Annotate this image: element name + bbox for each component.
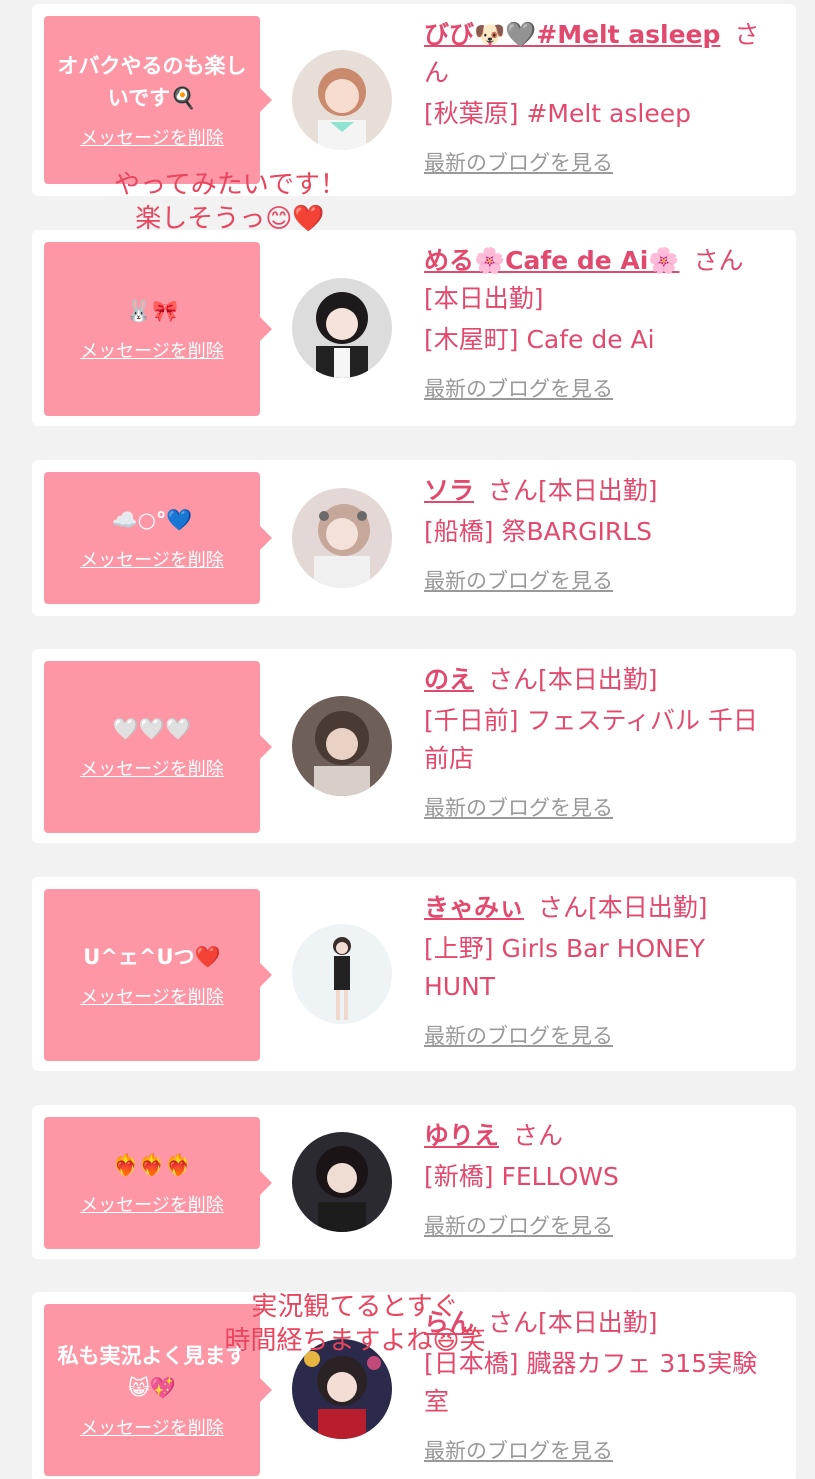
message-bubble: ❤️‍🔥❤️‍🔥❤️‍🔥 メッセージを削除 bbox=[44, 1117, 272, 1249]
cast-info: のえ さん[本日出勤] [千日前] フェスティバル 千日前店 最新のブログを見る bbox=[424, 661, 778, 822]
honorific: さん[本日出勤] bbox=[488, 476, 658, 505]
cast-name-link[interactable]: ゆりえ bbox=[424, 1121, 499, 1150]
delete-message-link[interactable]: メッセージを削除 bbox=[80, 546, 224, 572]
message-text: 🤍🤍🤍 bbox=[112, 717, 192, 741]
name-line: ソラ さん[本日出勤] bbox=[424, 472, 778, 510]
delete-message-link[interactable]: メッセージを削除 bbox=[80, 124, 224, 150]
cast-name-link[interactable]: ソラ bbox=[424, 476, 474, 505]
latest-blog-link[interactable]: 最新のブログを見る bbox=[424, 565, 613, 595]
message-card: 🐰🎀 メッセージを削除 める🌸Cafe de Ai🌸 さん[本日出勤] [木屋町]… bbox=[32, 230, 796, 426]
shop-label: [千日前] フェスティバル 千日前店 bbox=[424, 706, 758, 773]
message-bubble: 🐰🎀 メッセージを削除 bbox=[44, 242, 272, 416]
shop-label: [船橋] 祭BARGIRLS bbox=[424, 517, 652, 546]
message-bubble: オバクやるのも楽しいです🍳 メッセージを削除 bbox=[44, 16, 272, 184]
cast-name-link[interactable]: びび🐶🩶#Melt asleep bbox=[424, 20, 720, 49]
honorific: さん bbox=[513, 1121, 564, 1150]
name-line: きゃみぃ さん[本日出勤] bbox=[424, 889, 778, 927]
delete-message-link[interactable]: メッセージを削除 bbox=[80, 755, 224, 781]
cast-name-link[interactable]: きゃみぃ bbox=[424, 893, 524, 922]
shop-label: [秋葉原] #Melt asleep bbox=[424, 99, 691, 128]
name-line: ゆりえ さん bbox=[424, 1117, 778, 1155]
name-line: のえ さん[本日出勤] bbox=[424, 661, 778, 699]
message-card: ❤️‍🔥❤️‍🔥❤️‍🔥 メッセージを削除 ゆりえ さん [新橋] FELLOWS… bbox=[32, 1105, 796, 1259]
honorific: さん[本日出勤] bbox=[538, 893, 708, 922]
message-text: U^ェ^Uつ❤️ bbox=[83, 945, 221, 969]
overlay-comment: 実況観てるとすぐ 時間経ちますよね😆笑 bbox=[224, 1292, 486, 1356]
latest-blog-link[interactable]: 最新のブログを見る bbox=[424, 792, 613, 822]
avatar[interactable] bbox=[292, 1132, 392, 1232]
cast-info: ソラ さん[本日出勤] [船橋] 祭BARGIRLS 最新のブログを見る bbox=[424, 472, 778, 595]
honorific: さん[本日出勤] bbox=[488, 665, 658, 694]
shop-label: [上野] Girls Bar HONEY HUNT bbox=[424, 934, 705, 1001]
message-text: オバクやるのも楽しいです🍳 bbox=[57, 54, 247, 110]
cast-info: ゆりえ さん [新橋] FELLOWS 最新のブログを見る bbox=[424, 1117, 778, 1240]
latest-blog-link[interactable]: 最新のブログを見る bbox=[424, 373, 613, 403]
delete-message-link[interactable]: メッセージを削除 bbox=[80, 1191, 224, 1217]
delete-message-link[interactable]: メッセージを削除 bbox=[80, 337, 224, 363]
avatar[interactable] bbox=[292, 696, 392, 796]
latest-blog-link[interactable]: 最新のブログを見る bbox=[424, 147, 613, 177]
message-card: ☁️○°💙 メッセージを削除 ソラ さん[本日出勤] [船橋] 祭BARGIRLS… bbox=[32, 460, 796, 616]
message-bubble: ☁️○°💙 メッセージを削除 bbox=[44, 472, 272, 604]
message-text: 🐰🎀 bbox=[125, 299, 179, 323]
message-bubble: 🤍🤍🤍 メッセージを削除 bbox=[44, 661, 272, 833]
cast-name-link[interactable]: める🌸Cafe de Ai🌸 bbox=[424, 246, 679, 275]
latest-blog-link[interactable]: 最新のブログを見る bbox=[424, 1020, 613, 1050]
shop-label: [新橋] FELLOWS bbox=[424, 1162, 619, 1191]
message-card: U^ェ^Uつ❤️ メッセージを削除 きゃみぃ さん[本日出勤] [上野] Girl… bbox=[32, 877, 796, 1071]
message-text: ❤️‍🔥❤️‍🔥❤️‍🔥 bbox=[112, 1153, 192, 1177]
avatar[interactable] bbox=[292, 924, 392, 1024]
latest-blog-link[interactable]: 最新のブログを見る bbox=[424, 1435, 613, 1465]
cast-name-link[interactable]: のえ bbox=[424, 665, 474, 694]
message-bubble: U^ェ^Uつ❤️ メッセージを削除 bbox=[44, 889, 272, 1061]
avatar[interactable] bbox=[292, 488, 392, 588]
cast-info: びび🐶🩶#Melt asleep さん [秋葉原] #Melt asleep 最新… bbox=[424, 16, 778, 177]
name-line: びび🐶🩶#Melt asleep さん bbox=[424, 16, 778, 92]
delete-message-link[interactable]: メッセージを削除 bbox=[80, 1414, 224, 1440]
message-text: ☁️○°💙 bbox=[111, 508, 193, 532]
name-line: める🌸Cafe de Ai🌸 さん[本日出勤] bbox=[424, 242, 778, 318]
overlay-comment: やってみたいです！ 楽しそうっ😊❤️ bbox=[114, 170, 346, 234]
cast-info: きゃみぃ さん[本日出勤] [上野] Girls Bar HONEY HUNT 最… bbox=[424, 889, 778, 1050]
shop-label: [木屋町] Cafe de Ai bbox=[424, 325, 655, 354]
avatar[interactable] bbox=[292, 50, 392, 150]
latest-blog-link[interactable]: 最新のブログを見る bbox=[424, 1210, 613, 1240]
delete-message-link[interactable]: メッセージを削除 bbox=[80, 983, 224, 1009]
message-card: 🤍🤍🤍 メッセージを削除 のえ さん[本日出勤] [千日前] フェスティバル 千日… bbox=[32, 649, 796, 843]
cast-info: める🌸Cafe de Ai🌸 さん[本日出勤] [木屋町] Cafe de Ai … bbox=[424, 242, 778, 403]
avatar[interactable] bbox=[292, 278, 392, 378]
